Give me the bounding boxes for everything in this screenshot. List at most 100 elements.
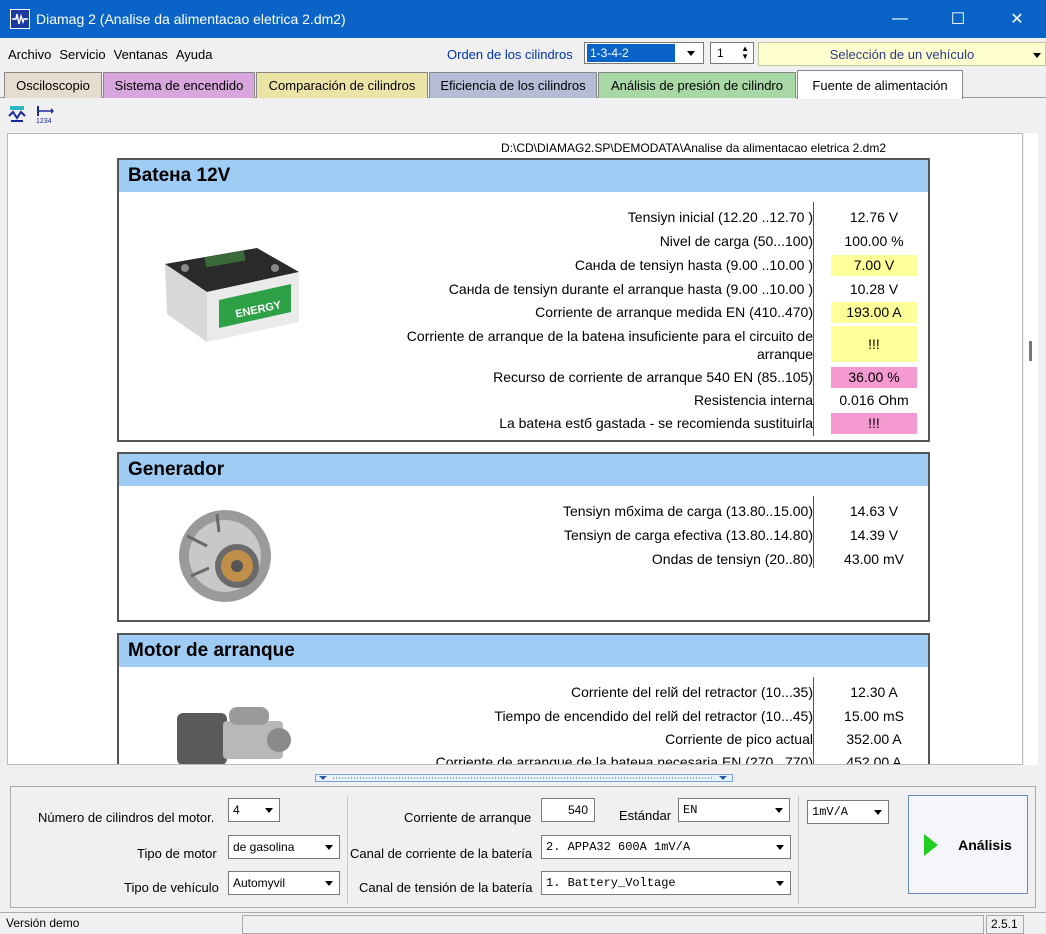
row-label: Caнda de tensiуn durante el arranque has…: [448, 281, 813, 297]
engine-type-label: Tipo de motor: [137, 846, 217, 861]
maximize-button[interactable]: ☐: [935, 0, 981, 38]
battery-row: Resistencia interna 0.016 Ohm: [119, 389, 928, 412]
tab-analisis-presion[interactable]: Análisis de presión de cilindro: [598, 72, 796, 98]
analysis-button[interactable]: Análisis: [908, 795, 1028, 894]
close-button[interactable]: ✕: [994, 0, 1040, 38]
row-label: La bateнa estб gastada - se recomienda s…: [499, 415, 813, 431]
generator-panel: Generador Tensiуn mбxima de carga (13.80…: [117, 452, 930, 622]
menu-archivo[interactable]: Archivo: [0, 47, 55, 62]
generator-row: Tensiуn mбxima de carga (13.80..15.00) 1…: [119, 500, 928, 523]
minimize-button[interactable]: —: [877, 0, 923, 38]
cylinder-order-value: 1-3-4-2: [587, 44, 675, 62]
starter-row: Tiempo de encendido del relй del retract…: [119, 705, 928, 728]
menu-servicio[interactable]: Servicio: [55, 47, 109, 62]
status-message: [242, 915, 984, 934]
vehicle-select-label: Selección de un vehículo: [829, 46, 975, 62]
battery-row: Caнda de tensiуn durante el arranque has…: [119, 278, 928, 301]
status-version: 2.5.1: [986, 915, 1024, 934]
row-label: Resistencia interna: [693, 392, 813, 408]
window-title: Diamag 2 (Analise da alimentacao eletric…: [36, 11, 346, 27]
battery-row: La bateнa estб gastada - se recomienda s…: [119, 412, 928, 435]
chevron-down-icon: [325, 845, 333, 850]
tab-sistema-encendido[interactable]: Sistema de encendido: [103, 72, 255, 98]
tab-label: Eficiencia de los cilindros: [440, 78, 586, 93]
row-label: Caнda de tensiуn hasta (9.00 ..10.00 ): [574, 257, 813, 273]
start-current-label: Corriente de arranque: [404, 810, 532, 825]
row-value: 36.00 %: [831, 367, 917, 388]
status-mode: Versión demo: [6, 916, 80, 930]
scale-select[interactable]: 1mV/A: [807, 800, 889, 824]
current-channel-select[interactable]: 2. APPA32 600A 1mV/A: [541, 835, 791, 859]
tab-fuente-alimentacion[interactable]: Fuente de alimentación: [797, 70, 963, 99]
battery-row: Corriente de arranque medida EN (410..47…: [119, 301, 928, 324]
vehicle-type-value: Automуvil: [233, 876, 286, 890]
battery-row: Nivel de carga (50...100) 100.00 %: [119, 230, 928, 253]
signal-tool-icon[interactable]: [6, 103, 28, 125]
vertical-scrollbar[interactable]: [1024, 133, 1038, 765]
starter-row: Corriente del relй del retractor (10...3…: [119, 681, 928, 704]
tab-eficiencia-cilindros[interactable]: Eficiencia de los cilindros: [429, 72, 597, 98]
cylinder-order-select[interactable]: 1-3-4-2: [584, 42, 704, 64]
row-value: 452.00 A: [846, 754, 902, 765]
row-value: 12.76 V: [849, 209, 899, 225]
row-label: Recurso de corriente de arranque 540 EN …: [493, 369, 813, 385]
tab-bar: Osciloscopio Sistema de encendido Compar…: [0, 70, 1046, 99]
row-value: 14.39 V: [849, 527, 899, 543]
vehicle-select[interactable]: Selección de un vehículo: [758, 42, 1046, 66]
file-path: D:\CD\DIAMAG2.SP\DEMODATA\Analise da ali…: [501, 141, 887, 155]
row-value: 14.63 V: [849, 503, 899, 519]
numbering-tool-icon[interactable]: 1234: [34, 103, 56, 125]
battery-row: Corriente de arranque de la bateнa insuf…: [119, 325, 928, 365]
menu-ventanas[interactable]: Ventanas: [110, 47, 172, 62]
chevron-down-icon: [874, 810, 882, 815]
status-bar: Versión demo 2.5.1: [0, 912, 1046, 934]
tab-label: Sistema de encendido: [114, 78, 244, 93]
play-icon: [924, 833, 939, 856]
app-icon: [10, 9, 30, 29]
row-label: Corriente del relй del retractor (10...3…: [570, 684, 813, 700]
row-value: 10.28 V: [849, 281, 899, 297]
tab-osciloscopio[interactable]: Osciloscopio: [4, 72, 102, 98]
cylinder-count-value: 4: [233, 803, 240, 817]
voltage-channel-value: 1. Battery_Voltage: [546, 876, 676, 890]
row-label: Tensiуn mбxima de carga (13.80..15.00): [562, 503, 813, 519]
starter-panel: Motor de arranque Corriente del relй del…: [117, 633, 930, 765]
row-label: Tensiуn inicial (12.20 ..12.70 ): [627, 209, 813, 225]
standard-label: Estándar: [619, 808, 672, 823]
toolbar: 1234: [0, 99, 1046, 129]
row-label: Corriente de pico actual: [665, 731, 813, 747]
numbering-text: 1234: [36, 118, 52, 124]
row-value: 43.00 mV: [844, 551, 904, 567]
starter-title: Motor de arranque: [119, 635, 928, 667]
standard-select[interactable]: EN: [678, 798, 790, 822]
engine-type-select[interactable]: de gasolina: [228, 835, 340, 859]
menu-ayuda[interactable]: Ayuda: [172, 47, 217, 62]
row-value: 352.00 A: [846, 731, 902, 747]
spin-arrows-icon[interactable]: ▲ ▼: [741, 45, 749, 61]
title-bar: Diamag 2 (Analise da alimentacao eletric…: [0, 0, 1046, 38]
current-channel-label: Canal de corriente de la batería: [350, 846, 533, 861]
vehicle-type-label: Tipo de vehículo: [124, 880, 219, 895]
analysis-button-label: Análisis: [958, 836, 1012, 853]
chevron-down-icon: [776, 845, 784, 850]
battery-panel: Bateнa 12V ENERGY Tensiуn inicial (12.20…: [117, 158, 930, 442]
scale-value: 1mV/A: [812, 805, 849, 819]
chevron-down-icon: [687, 51, 695, 56]
tab-label: Fuente de alimentación: [812, 77, 948, 93]
start-current-input[interactable]: 540: [541, 798, 595, 822]
chevron-down-icon: [1033, 53, 1041, 58]
tab-comparacion-cilindros[interactable]: Comparación de cilindros: [256, 72, 428, 98]
row-value: 12.30 A: [850, 684, 898, 700]
current-channel-value: 2. APPA32 600A 1mV/A: [546, 840, 691, 854]
cylinder-spinner[interactable]: 1 ▲ ▼: [710, 42, 754, 64]
row-label: Tiempo de encendido del relй del retract…: [494, 708, 813, 724]
separator: [798, 796, 799, 904]
voltage-channel-select[interactable]: 1. Battery_Voltage: [541, 871, 791, 895]
row-label: Corriente de arranque medida EN (410..47…: [535, 304, 813, 320]
cylinder-count-select[interactable]: 4: [228, 798, 280, 822]
row-value: !!!: [831, 326, 917, 362]
vehicle-type-select[interactable]: Automуvil: [228, 871, 340, 895]
scrollbar-thumb[interactable]: [1029, 341, 1032, 361]
panel-splitter[interactable]: [315, 774, 733, 782]
report-view[interactable]: D:\CD\DIAMAG2.SP\DEMODATA\Analise da ali…: [7, 133, 1023, 765]
